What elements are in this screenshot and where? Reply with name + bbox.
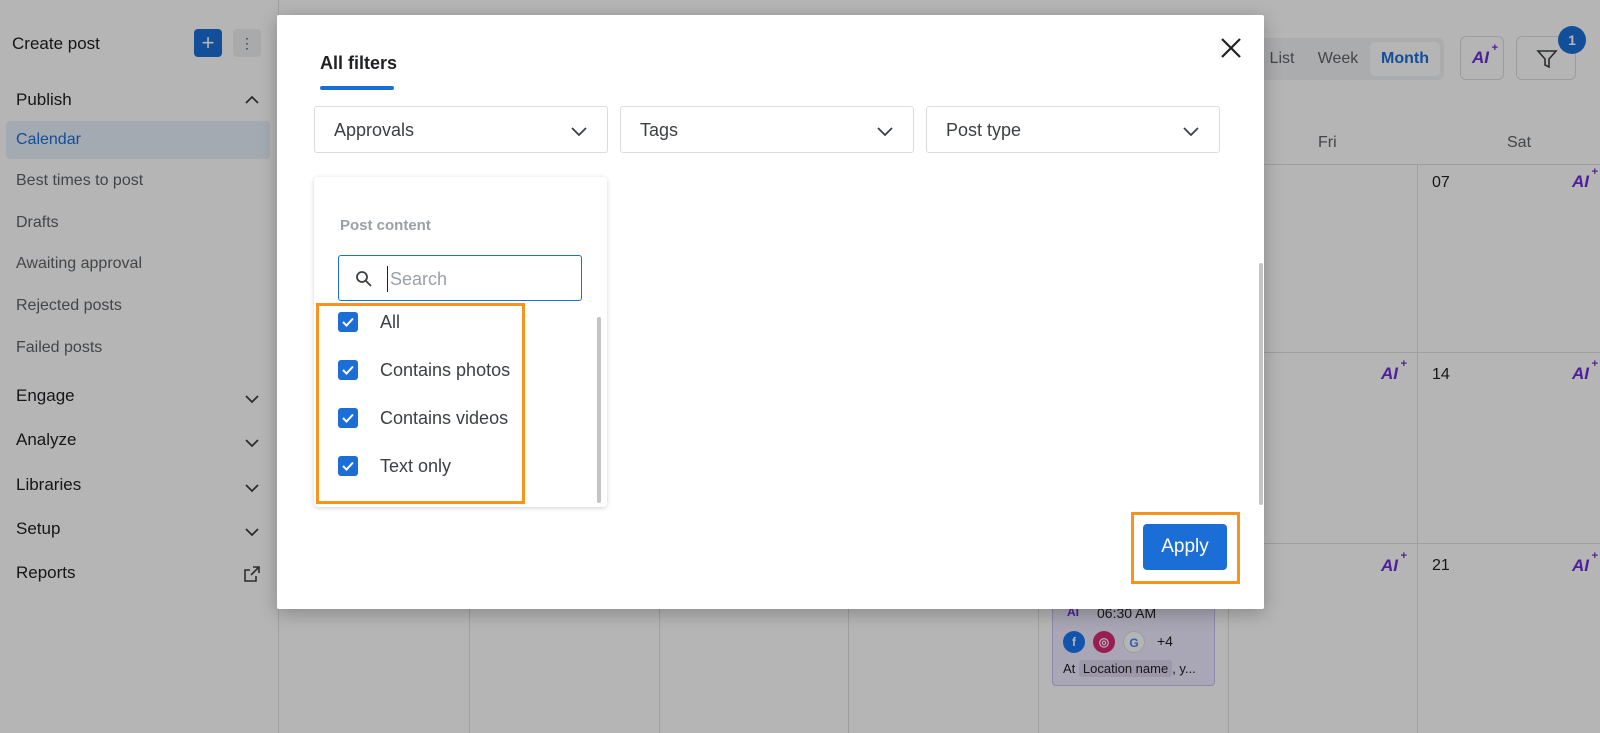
chevron-down-icon	[571, 127, 587, 137]
chevron-down-icon	[877, 127, 893, 137]
options-highlight-box	[316, 303, 525, 504]
search-icon	[356, 271, 372, 287]
tags-dropdown[interactable]: Tags	[620, 106, 914, 153]
dropdown-label: Post type	[946, 120, 1022, 140]
search-input[interactable]	[387, 266, 567, 292]
dropdown-label: Tags	[640, 120, 679, 140]
post-type-dropdown[interactable]: Post type	[926, 106, 1220, 153]
apply-button[interactable]: Apply	[1143, 524, 1227, 570]
all-filters-modal: All filters Approvals Tags Post type Pos…	[277, 15, 1264, 609]
modal-scrollbar[interactable]	[1259, 263, 1263, 505]
panel-title: Post content	[340, 217, 431, 234]
dropdown-label: Approvals	[334, 120, 415, 140]
active-tab-indicator	[320, 86, 394, 90]
chevron-down-icon	[1183, 127, 1199, 137]
approvals-dropdown[interactable]: Approvals	[314, 106, 608, 153]
panel-scrollbar[interactable]	[597, 317, 601, 503]
tab-all-filters[interactable]: All filters	[320, 53, 397, 74]
search-box	[338, 255, 582, 301]
close-icon[interactable]	[1218, 35, 1244, 61]
